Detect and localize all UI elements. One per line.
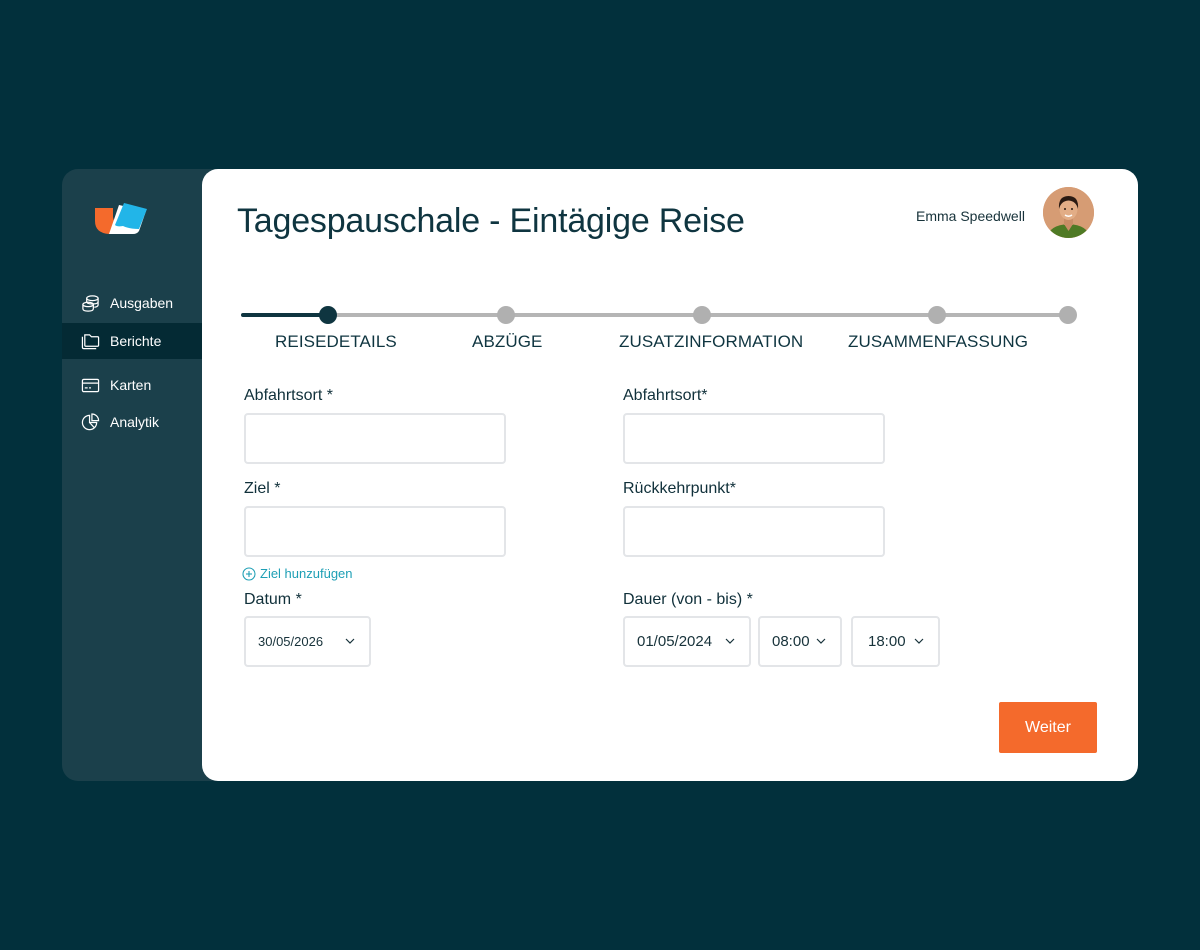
sidebar-item-label: Ausgaben	[110, 295, 174, 311]
add-destination-text: Ziel hunzufügen	[260, 566, 353, 581]
step-dot-zusammenfassung[interactable]	[928, 306, 946, 324]
app-window: Ausgaben Berichte Karten Analytik Tagesp…	[62, 169, 1138, 781]
user-portrait-icon	[1043, 187, 1094, 238]
duration-from-select[interactable]: 08:00	[758, 616, 842, 667]
chevron-down-icon	[914, 638, 924, 644]
sidebar-item-berichte[interactable]: Berichte	[62, 323, 202, 359]
sidebar: Ausgaben Berichte Karten Analytik	[62, 169, 222, 781]
step-label-abzuege[interactable]: ABZÜGE	[472, 332, 543, 352]
add-destination-link[interactable]: Ziel hunzufügen	[242, 566, 353, 581]
step-label-zusatzinformation[interactable]: ZUSATZINFORMATION	[619, 332, 803, 352]
folder-icon	[81, 333, 100, 349]
chevron-down-icon	[816, 638, 826, 644]
pie-chart-icon	[81, 412, 100, 430]
stepper-progress-line	[241, 313, 329, 317]
duration-to-select[interactable]: 18:00	[851, 616, 940, 667]
next-button[interactable]: Weiter	[999, 702, 1097, 753]
duration-to-value: 18:00	[868, 633, 906, 650]
user-name: Emma Speedwell	[916, 208, 1025, 224]
coins-icon	[82, 294, 99, 312]
duration-date-value: 01/05/2024	[637, 633, 713, 650]
duration-label: Dauer (von - bis) *	[623, 591, 753, 608]
destination-input[interactable]	[244, 506, 506, 557]
main-card: Tagespauschale - Eintägige Reise Emma Sp…	[202, 169, 1138, 781]
departure-left-label: Abfahrtsort *	[244, 387, 333, 404]
date-label: Datum *	[244, 591, 302, 608]
step-dot-end	[1059, 306, 1077, 324]
date-select[interactable]: 30/05/2026	[244, 616, 371, 667]
departure-right-input[interactable]	[623, 413, 885, 464]
credit-card-icon	[81, 378, 100, 392]
step-dot-reisedetails[interactable]	[319, 306, 337, 324]
avatar[interactable]	[1043, 187, 1094, 238]
plus-circle-icon	[242, 566, 256, 581]
date-value: 30/05/2026	[258, 634, 324, 649]
step-label-zusammenfassung[interactable]: ZUSAMMENFASSUNG	[848, 332, 1028, 352]
sidebar-item-label: Karten	[110, 377, 152, 393]
sidebar-item-ausgaben[interactable]: Ausgaben	[62, 285, 202, 321]
destination-label: Ziel *	[244, 480, 281, 497]
company-logo	[95, 203, 147, 234]
sidebar-item-label: Berichte	[110, 333, 162, 349]
return-point-input[interactable]	[623, 506, 885, 557]
duration-from-value: 08:00	[772, 633, 810, 650]
step-dot-zusatzinformation[interactable]	[693, 306, 711, 324]
sidebar-item-karten[interactable]: Karten	[62, 367, 202, 403]
chevron-down-icon	[345, 638, 355, 644]
return-point-label: Rückkehrpunkt*	[623, 480, 736, 497]
duration-date-select[interactable]: 01/05/2024	[623, 616, 751, 667]
step-label-reisedetails[interactable]: REISEDETAILS	[275, 332, 397, 352]
departure-left-input[interactable]	[244, 413, 506, 464]
chevron-down-icon	[725, 638, 735, 644]
sidebar-item-analytik[interactable]: Analytik	[62, 404, 202, 440]
step-dot-abzuege[interactable]	[497, 306, 515, 324]
page-title: Tagespauschale - Eintägige Reise	[237, 202, 745, 240]
sidebar-item-label: Analytik	[110, 414, 160, 430]
departure-right-label: Abfahrtsort*	[623, 387, 708, 404]
